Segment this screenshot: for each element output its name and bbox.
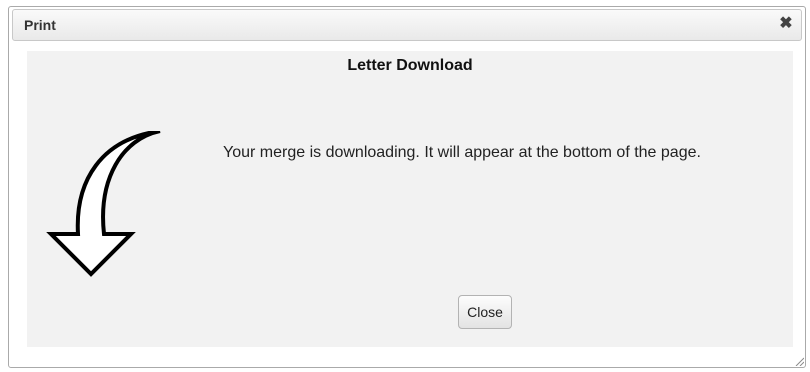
close-button[interactable]: Close	[458, 295, 512, 329]
close-icon[interactable]: ✖	[778, 15, 794, 33]
resize-grip-icon[interactable]	[794, 356, 804, 366]
dialog-title: Print	[24, 17, 56, 33]
print-dialog: Print ✖ Letter Download Your merge is do…	[8, 6, 806, 368]
download-message: Your merge is downloading. It will appea…	[223, 144, 701, 161]
curved-down-arrow-icon	[46, 131, 161, 277]
letter-download-heading: Letter Download	[347, 57, 473, 74]
dialog-content: Letter Download Your merge is downloadin…	[27, 51, 793, 347]
dialog-titlebar[interactable]: Print ✖	[12, 9, 802, 41]
